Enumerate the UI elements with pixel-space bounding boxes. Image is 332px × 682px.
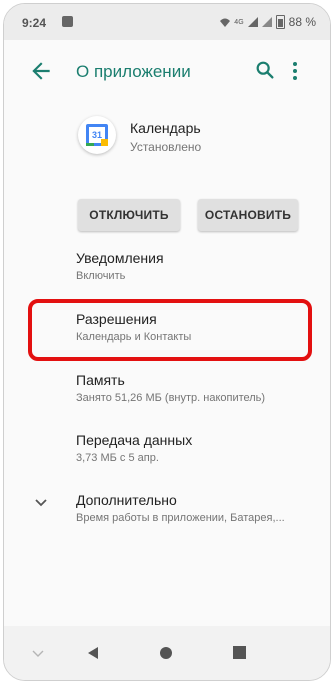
settings-item-permissions[interactable]: Разрешения Календарь и Контакты — [4, 311, 330, 361]
force-stop-button[interactable]: ОСТАНОВИТЬ — [198, 199, 298, 231]
calendar-icon: 31 — [86, 124, 108, 146]
signal-icon — [247, 17, 258, 27]
network-type: 4G — [234, 18, 244, 26]
item-title: Дополнительно — [76, 492, 177, 508]
disable-button[interactable]: ОТКЛЮЧИТЬ — [78, 199, 180, 231]
settings-item-storage[interactable]: Память Занято 51,26 МБ (внутр. накопител… — [4, 372, 330, 422]
wifi-icon — [220, 18, 231, 27]
home-nav-icon[interactable] — [159, 646, 173, 660]
notification-icon — [62, 16, 73, 27]
page-title: О приложении — [76, 62, 191, 81]
status-icons: 4G 88 % — [220, 15, 316, 29]
status-bar: 9:24 4G 88 % — [4, 4, 330, 40]
recents-nav-icon[interactable] — [233, 646, 246, 659]
arrow-back-icon[interactable] — [28, 58, 54, 84]
item-subtitle: Календарь и Контакты — [76, 331, 192, 343]
app-header: 31 Календарь Установлено — [4, 108, 330, 168]
chevron-down-icon — [35, 499, 47, 507]
app-install-status: Установлено — [130, 140, 202, 154]
app-name: Календарь — [130, 120, 201, 136]
back-nav-icon[interactable] — [86, 646, 100, 660]
phone-frame: 9:24 4G 88 % О приложении 31 Календарь У… — [3, 3, 331, 681]
more-vert-icon[interactable] — [290, 60, 300, 82]
item-title: Передача данных — [76, 432, 193, 448]
settings-item-advanced[interactable]: Дополнительно Время работы в приложении,… — [4, 492, 330, 542]
search-icon[interactable] — [254, 59, 276, 81]
navigation-bar — [4, 626, 330, 680]
battery-icon — [275, 15, 285, 29]
hide-keyboard-icon[interactable] — [32, 650, 44, 658]
item-title: Уведомления — [76, 250, 164, 266]
battery-level: 88 % — [288, 15, 316, 29]
item-title: Память — [76, 372, 125, 388]
signal-icon-2 — [261, 17, 272, 27]
item-subtitle: Время работы в приложении, Батарея,... — [76, 512, 285, 524]
calendar-app-icon: 31 — [78, 116, 116, 154]
item-title: Разрешения — [76, 311, 157, 327]
item-subtitle: 3,73 МБ с 5 апр. — [76, 452, 159, 464]
item-subtitle: Занято 51,26 МБ (внутр. накопитель) — [76, 392, 266, 404]
settings-item-notifications[interactable]: Уведомления Включить — [4, 250, 330, 300]
app-bar: О приложении — [4, 40, 330, 102]
status-time: 9:24 — [22, 16, 47, 30]
item-subtitle: Включить — [76, 270, 126, 282]
settings-item-data-usage[interactable]: Передача данных 3,73 МБ с 5 апр. — [4, 432, 330, 482]
